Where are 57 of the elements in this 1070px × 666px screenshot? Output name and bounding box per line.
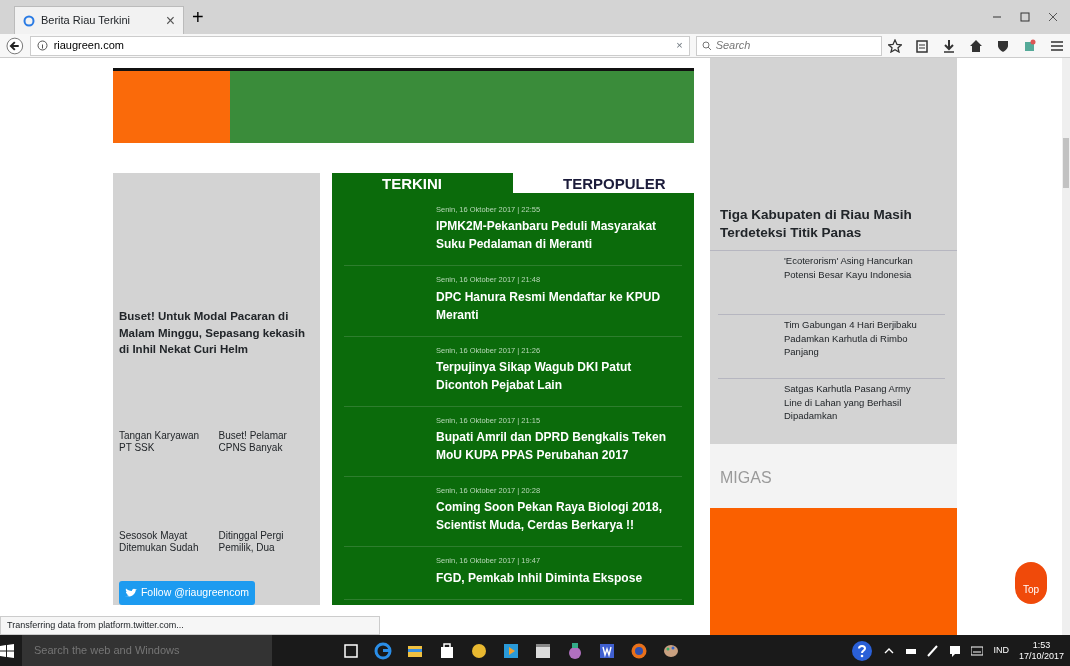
close-icon[interactable] — [1048, 12, 1058, 22]
media-icon[interactable] — [502, 641, 520, 660]
pen-icon[interactable] — [927, 644, 940, 657]
shield-icon[interactable] — [996, 38, 1010, 53]
clock-time[interactable]: 1:53 — [1018, 639, 1064, 651]
search-icon — [701, 40, 712, 51]
clock-date[interactable]: 17/10/2017 — [1018, 650, 1064, 662]
news-headline[interactable]: Buset! Untuk Modal Pacaran di Malam Minggu, Sepasang kekasih di Inhil Nekat Curi Helm — [119, 308, 312, 358]
taskbar-search-field[interactable]: Search the web and Windows — [32, 641, 232, 660]
menu-icon[interactable] — [1050, 38, 1064, 53]
section-title: MIGAS — [720, 468, 772, 488]
keyboard-icon[interactable] — [971, 644, 984, 657]
document-icon[interactable] — [598, 641, 616, 660]
status-text: Transferring data from platform.twitter.com... — [0, 615, 380, 635]
taskbar-search-box[interactable]: Search the web and Windows — [22, 635, 272, 666]
maximize-icon[interactable] — [1020, 12, 1030, 22]
info-icon — [36, 40, 48, 51]
message-icon[interactable] — [949, 644, 962, 657]
home-icon[interactable] — [969, 38, 983, 53]
windows-icon[interactable] — [0, 643, 14, 658]
star-icon[interactable] — [888, 38, 902, 53]
language-indicator[interactable]: IND — [993, 643, 1009, 658]
store-icon[interactable] — [438, 641, 456, 660]
news-tab[interactable]: TERPOPULER — [513, 173, 694, 196]
bird-icon — [125, 588, 137, 598]
task-view-icon[interactable] — [342, 641, 360, 660]
scrollbar-thumb[interactable] — [1063, 138, 1069, 188]
browser-tab[interactable]: Berita Riau Terkini × — [14, 6, 184, 34]
search-box[interactable]: Search — [695, 35, 882, 56]
news-title[interactable]: Bupati Amril dan DPRD Bengkalis Teken MoU KUPA PPAS Perubahan 2017 — [436, 428, 682, 464]
news-title[interactable]: Terpujinya Sikap Wagub DKI Patut Dicontoh Pejabat Lain — [436, 357, 682, 394]
circle-icon[interactable] — [470, 641, 488, 660]
download-icon[interactable] — [942, 38, 956, 53]
news-title[interactable]: DPC Hanura Resmi Mendaftar ke KPUD Meranti — [436, 287, 682, 324]
address-bar[interactable]: riaugreen.com × — [29, 35, 690, 56]
news-link[interactable]: Buset! Pelamar CPNS Banyak — [218, 430, 312, 454]
clipboard-icon[interactable] — [915, 38, 929, 53]
loading-icon — [23, 14, 35, 27]
news-link[interactable]: Sesosok Mayat Ditemukan Sudah — [119, 530, 213, 554]
clear-text[interactable]: × — [676, 37, 683, 54]
puzzle-icon[interactable] — [1023, 38, 1037, 53]
news-link[interactable]: Ditinggal Pergi Pemilik, Dua — [218, 530, 312, 554]
news-link[interactable]: Satgas Karhutla Pasang Army Line di Lahan yang Berhasil Dipadamkan — [718, 378, 945, 443]
news-title[interactable]: FGD, Pemkab Inhil Diminta Ekspose — [436, 568, 682, 587]
tab-title: Berita Riau Terkini — [41, 13, 131, 29]
news-title[interactable]: Coming Soon Pekan Raya Biologi 2018, Scientist Muda, Cerdas Berkarya !! — [436, 498, 682, 535]
help-icon[interactable] — [851, 639, 874, 662]
scrollbar[interactable] — [1062, 58, 1070, 635]
news-title[interactable]: IPMK2M-Pekanbaru Peduli Masyarakat Suku Pedalaman di Meranti — [436, 217, 682, 254]
news-link[interactable]: 'Ecoterorism' Asing Hancurkan Potensi Besar Kayu Indonesia — [710, 250, 957, 315]
new-tab-button[interactable]: + — [184, 7, 212, 27]
news-link[interactable]: Tim Gabungan 4 Hari Berjibaku Padamkan Karhutla di Rimbo Panjang — [718, 314, 945, 379]
close-tab-button[interactable]: × — [165, 8, 175, 33]
news-headline[interactable]: Tiga Kabupaten di Riau Masih Terdeteksi Titik Panas — [720, 206, 949, 243]
news-link[interactable]: Tangan Karyawan PT SSK — [119, 430, 213, 454]
back-icon[interactable] — [6, 36, 24, 55]
badge-icon[interactable] — [566, 641, 584, 660]
